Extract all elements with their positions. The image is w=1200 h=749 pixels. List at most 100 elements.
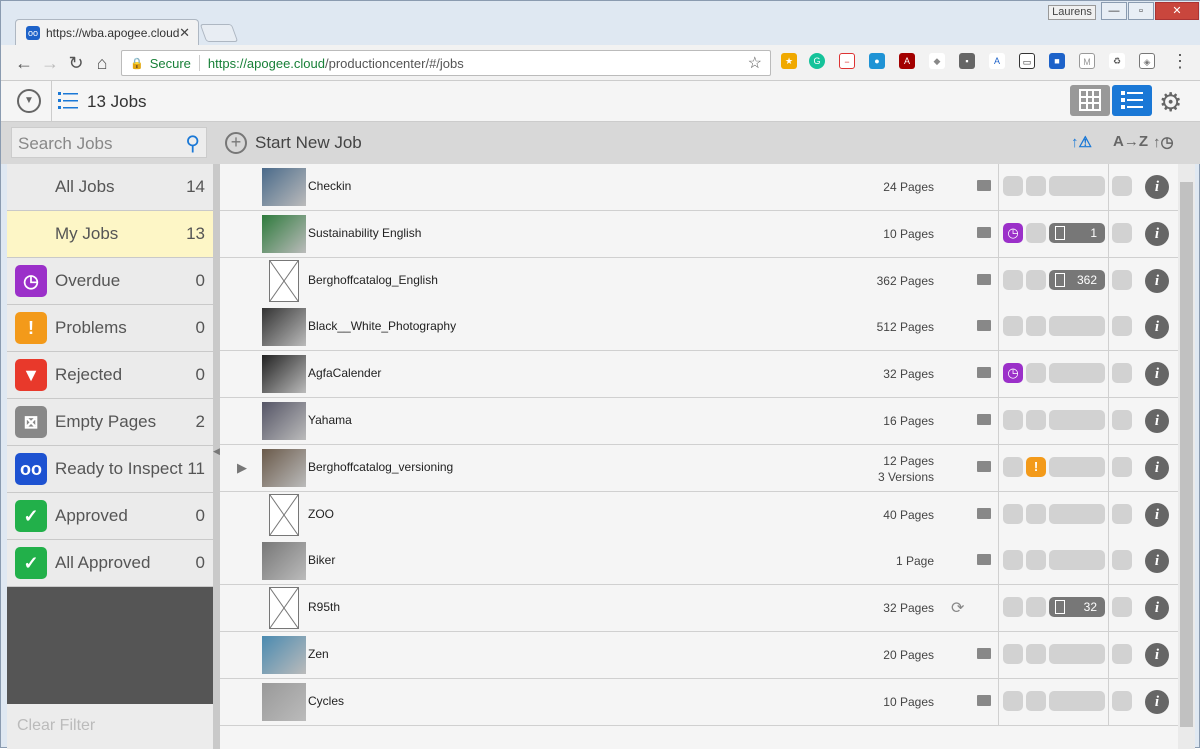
grammarly-icon[interactable]: G xyxy=(809,53,825,69)
clear-filter-button[interactable]: Clear Filter xyxy=(7,704,213,749)
job-name[interactable]: R95th xyxy=(308,600,340,614)
pdf-icon[interactable]: A xyxy=(899,53,915,69)
extension-minus-icon[interactable]: − xyxy=(839,53,855,69)
back-icon[interactable]: ← xyxy=(13,53,35,74)
address-bar[interactable]: 🔒 Secure https://apogee.cloud /productio… xyxy=(121,50,771,76)
sidebar-splitter[interactable]: ◀ xyxy=(213,164,220,749)
folder-icon[interactable] xyxy=(977,180,991,191)
extension-person-icon[interactable]: ● xyxy=(869,53,885,69)
extension-m-icon[interactable]: M xyxy=(1079,53,1095,69)
folder-icon[interactable] xyxy=(977,273,991,285)
job-row[interactable]: Biker 1 Page i xyxy=(220,538,1178,586)
info-icon[interactable]: i xyxy=(1145,221,1169,246)
extension-star-icon[interactable]: ★ xyxy=(781,53,797,69)
close-window-button[interactable]: ✕ xyxy=(1155,2,1199,20)
info-icon[interactable]: i xyxy=(1145,689,1169,714)
folder-icon[interactable] xyxy=(977,320,991,332)
job-name[interactable]: Black__White_Photography xyxy=(308,319,456,333)
info-icon[interactable]: i xyxy=(1145,643,1169,667)
job-thumbnail[interactable] xyxy=(262,636,306,674)
browser-tab[interactable]: oo https://wba.apogee.cloud ✕ xyxy=(15,19,199,45)
new-tab-button[interactable] xyxy=(199,24,239,42)
start-new-job-button[interactable]: + Start New Job xyxy=(225,132,362,154)
filter-item[interactable]: ◷ Overdue 0 xyxy=(7,258,213,305)
info-icon[interactable]: i xyxy=(1145,502,1169,527)
job-thumbnail[interactable] xyxy=(262,542,306,581)
job-thumbnail[interactable] xyxy=(262,448,306,487)
gear-icon[interactable]: ⚙ xyxy=(1159,87,1182,118)
job-name[interactable]: Berghoffcatalog_English xyxy=(308,273,438,287)
collapse-menu-button[interactable]: ▼ xyxy=(17,89,41,113)
filter-item[interactable]: ⊠ Empty Pages 2 xyxy=(7,399,213,446)
dropbox-icon[interactable]: ◆ xyxy=(929,53,945,69)
scrollbar-thumb[interactable] xyxy=(1180,182,1193,727)
profile-badge[interactable]: Laurens xyxy=(1048,5,1096,20)
scrollbar[interactable] xyxy=(1178,164,1195,749)
close-tab-icon[interactable]: ✕ xyxy=(179,25,190,41)
maximize-button[interactable]: ▫ xyxy=(1128,2,1154,20)
filter-item[interactable]: All Jobs 14 xyxy=(7,164,213,211)
job-row[interactable]: Berghoffcatalog_English 362 Pages 362 i xyxy=(220,257,1178,305)
folder-icon[interactable] xyxy=(977,414,991,425)
info-icon[interactable]: i xyxy=(1145,549,1169,574)
folder-icon[interactable] xyxy=(977,648,991,659)
menu-dots-icon[interactable]: ⋮ xyxy=(1169,51,1191,72)
job-name[interactable]: Cycles xyxy=(308,694,344,708)
job-row[interactable]: ▶ Berghoffcatalog_versioning 12 Pages 3 Ver… xyxy=(220,444,1178,492)
job-thumbnail[interactable] xyxy=(262,355,306,394)
extension-new-icon[interactable]: ▭ xyxy=(1019,53,1035,69)
empty-thumbnail[interactable] xyxy=(269,587,299,630)
filter-item[interactable]: My Jobs 13 xyxy=(7,211,213,258)
folder-icon[interactable] xyxy=(977,507,991,519)
forward-icon[interactable]: → xyxy=(39,53,61,74)
search-input[interactable]: Search Jobs ⚲ xyxy=(11,127,207,158)
job-name[interactable]: Yahama xyxy=(308,413,352,427)
folder-icon[interactable] xyxy=(977,460,991,472)
job-name[interactable]: Biker xyxy=(308,553,335,567)
job-name[interactable]: Zen xyxy=(308,647,329,661)
folder-icon[interactable] xyxy=(977,694,991,706)
job-thumbnail[interactable] xyxy=(262,682,306,721)
job-name[interactable]: Checkin xyxy=(308,179,351,193)
filter-item[interactable]: ! Problems 0 xyxy=(7,305,213,352)
empty-thumbnail[interactable] xyxy=(269,259,299,302)
filter-item[interactable]: oo Ready to Inspect 11 xyxy=(7,446,213,493)
grid-view-button[interactable] xyxy=(1070,85,1110,116)
filter-item[interactable]: ▼ Rejected 0 xyxy=(7,352,213,399)
extension-a-icon[interactable]: A xyxy=(989,53,1005,69)
info-icon[interactable]: i xyxy=(1145,175,1169,199)
job-name[interactable]: Berghoffcatalog_versioning xyxy=(308,460,453,474)
job-row[interactable]: Yahama 16 Pages i xyxy=(220,398,1178,445)
filter-item[interactable]: ✓ Approved 0 xyxy=(7,493,213,540)
bookmark-star-icon[interactable]: ☆ xyxy=(748,53,762,73)
extension-box-icon[interactable]: ▪ xyxy=(959,53,975,69)
info-icon[interactable]: i xyxy=(1145,315,1169,340)
job-row[interactable]: Sustainability English 10 Pages ◷ 1 i xyxy=(220,210,1178,258)
reload-icon[interactable]: ↻ xyxy=(65,53,87,74)
job-row[interactable]: R95th 32 Pages ⟳ 32 i xyxy=(220,585,1178,633)
minimize-button[interactable]: — xyxy=(1101,2,1127,20)
job-row[interactable]: AgfaCalender 32 Pages ◷ i xyxy=(220,351,1178,399)
job-thumbnail[interactable] xyxy=(262,168,306,206)
expand-icon[interactable]: ▶ xyxy=(237,460,247,476)
sort-time-button[interactable]: ↑◷ xyxy=(1153,133,1174,151)
extension-shield-icon[interactable]: ◈ xyxy=(1139,53,1155,69)
filter-item[interactable]: ✓ All Approved 0 xyxy=(7,540,213,587)
info-icon[interactable]: i xyxy=(1145,409,1169,433)
extension-recycle-icon[interactable]: ♻ xyxy=(1109,53,1125,69)
job-name[interactable]: Sustainability English xyxy=(308,226,421,240)
job-thumbnail[interactable] xyxy=(262,214,306,253)
collapse-arrow-icon[interactable]: ◀ xyxy=(213,446,220,457)
job-row[interactable]: Cycles 10 Pages i xyxy=(220,678,1178,726)
job-row[interactable] xyxy=(220,725,1178,749)
info-icon[interactable]: i xyxy=(1145,455,1169,480)
job-thumbnail[interactable] xyxy=(262,308,306,347)
job-row[interactable]: Zen 20 Pages i xyxy=(220,632,1178,679)
sort-problems-button[interactable]: ↑⚠ xyxy=(1071,133,1092,151)
info-icon[interactable]: i xyxy=(1145,362,1169,387)
home-icon[interactable]: ⌂ xyxy=(91,53,113,74)
empty-thumbnail[interactable] xyxy=(269,493,299,536)
search-icon[interactable]: ⚲ xyxy=(185,131,200,156)
job-name[interactable]: AgfaCalender xyxy=(308,366,381,380)
list-view-button[interactable] xyxy=(1112,85,1152,116)
